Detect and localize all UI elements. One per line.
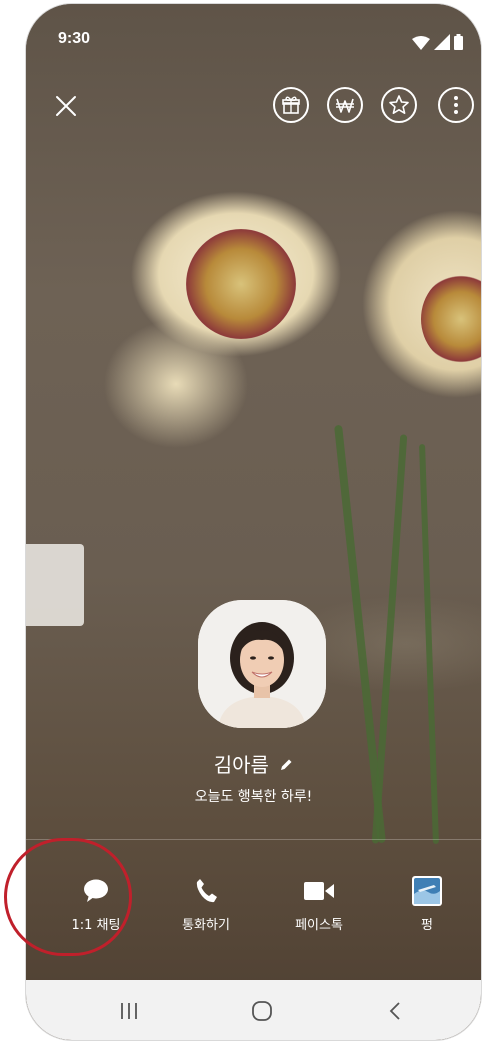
- facetalk-button[interactable]: 페이스톡: [264, 874, 374, 933]
- background-table-edge: [26, 839, 481, 840]
- status-time: 9:30: [58, 30, 91, 47]
- chat-highlight-circle: [4, 838, 132, 956]
- pung-button[interactable]: 펑: [372, 874, 481, 933]
- more-icon: [454, 96, 458, 114]
- avatar-photo: [198, 600, 326, 728]
- back-icon: [389, 1002, 400, 1020]
- recent-apps-button[interactable]: [109, 998, 149, 1024]
- wifi-icon: [412, 36, 430, 50]
- recent-apps-icon: [121, 1003, 137, 1019]
- remit-button[interactable]: [327, 87, 363, 123]
- profile-status-message: 오늘도 행복한 하루!: [194, 789, 313, 805]
- home-icon: [252, 1001, 272, 1021]
- pung-icon: [412, 876, 442, 906]
- background-flower-center: [186, 229, 296, 339]
- favorite-button[interactable]: [381, 87, 417, 123]
- more-button[interactable]: [438, 87, 474, 123]
- system-navigation-bar: [26, 980, 481, 1040]
- battery-icon: [454, 34, 463, 50]
- profile-avatar[interactable]: [198, 600, 326, 728]
- star-icon: [389, 95, 409, 114]
- gift-icon: [282, 96, 300, 114]
- profile-name: 김아름: [213, 753, 269, 777]
- status-bar: 9:30: [26, 26, 481, 56]
- pung-button-label: 펑: [421, 918, 433, 933]
- call-button[interactable]: 통화하기: [151, 874, 261, 933]
- back-button[interactable]: [375, 998, 415, 1024]
- signal-icon: [434, 34, 450, 50]
- won-icon: [336, 98, 354, 113]
- pencil-icon[interactable]: [279, 758, 293, 772]
- facetalk-button-label: 페이스톡: [295, 918, 343, 933]
- call-button-label: 통화하기: [182, 918, 230, 933]
- video-icon: [304, 882, 334, 900]
- close-button[interactable]: [52, 92, 80, 120]
- gift-button[interactable]: [273, 87, 309, 123]
- background-outlet: [26, 544, 84, 626]
- system-icons: [412, 34, 463, 50]
- phone-icon: [196, 879, 217, 903]
- profile-name-row: 김아름: [26, 749, 481, 778]
- close-icon: [56, 96, 76, 116]
- home-button[interactable]: [242, 998, 282, 1024]
